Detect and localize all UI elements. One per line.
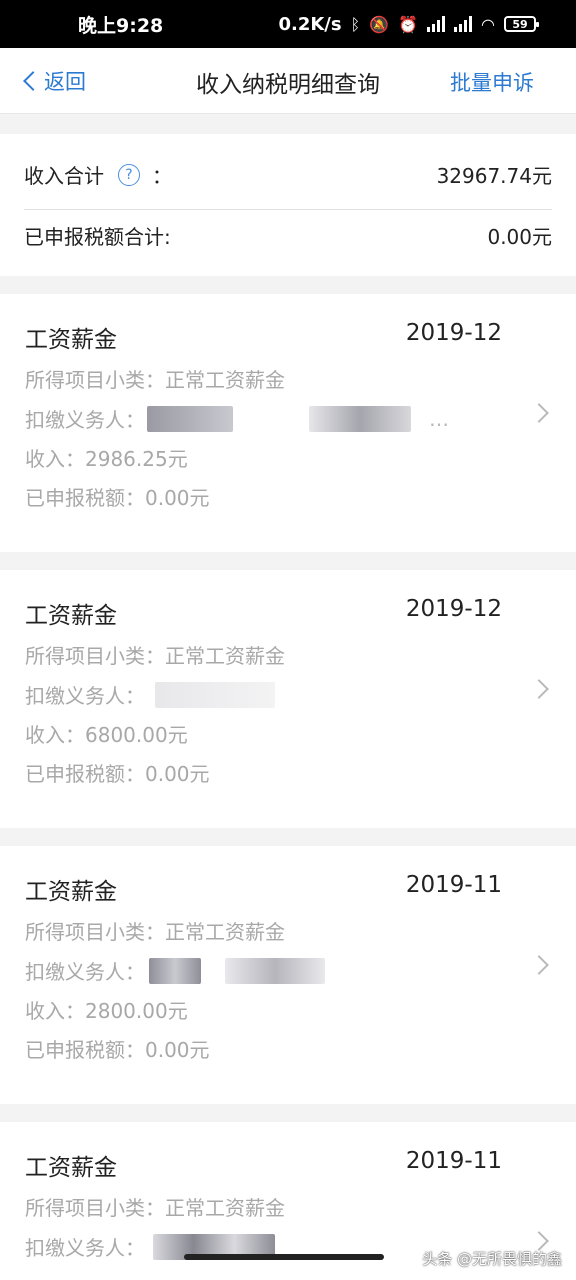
record-title: 工资薪金: [25, 603, 117, 629]
record-withholder: 扣缴义务人：: [25, 956, 325, 985]
record-card[interactable]: 工资薪金 2019-11 所得项目小类：正常工资薪金 扣缴义务人： 收入：280…: [0, 846, 576, 1104]
record-date: 2019-11: [405, 872, 502, 898]
record-title: 工资薪金: [25, 327, 117, 353]
record-date: 2019-12: [405, 596, 502, 622]
help-icon[interactable]: ?: [118, 163, 140, 186]
record-date: 2019-11: [405, 1148, 502, 1174]
redacted-block: [149, 957, 201, 984]
record-title: 工资薪金: [25, 879, 117, 905]
income-total-value: 32967.74元: [436, 164, 552, 188]
summary-panel: 收入合计 ? ： 32967.74元 已申报税额合计: 0.00元: [0, 134, 576, 276]
mute-bell-icon: 🔕: [369, 14, 390, 34]
battery-level: 59: [512, 17, 528, 31]
record-subtype: 所得项目小类：正常工资薪金: [25, 920, 285, 944]
tax-total-label: 已申报税额合计:: [24, 224, 171, 249]
record-date: 2019-12: [405, 320, 502, 346]
record-tax: 已申报税额：0.00元: [25, 486, 210, 510]
record-card[interactable]: 工资薪金 2019-12 所得项目小类：正常工资薪金 扣缴义务人： … 收入：2…: [0, 294, 576, 552]
withholder-label: 扣缴义务人：: [25, 960, 145, 984]
withholder-label: 扣缴义务人：: [25, 684, 145, 708]
chevron-right-icon: [529, 679, 549, 699]
nav-bar: 返回 收入纳税明细查询 批量申诉: [0, 48, 576, 114]
record-card[interactable]: 工资薪金 2019-12 所得项目小类：正常工资薪金 扣缴义务人： 收入：680…: [0, 570, 576, 828]
record-withholder: 扣缴义务人： …: [25, 404, 449, 433]
redacted-block: [155, 681, 275, 708]
signal-hd-icon: [427, 16, 446, 32]
signal-hd-icon: [454, 16, 473, 32]
redacted-block: [225, 957, 325, 984]
ellipsis: …: [429, 406, 449, 431]
status-icons: 0.2K/s ᛒ 🔕 ⏰ ◠ 59: [278, 13, 539, 35]
withholder-label: 扣缴义务人：: [25, 408, 145, 432]
chevron-right-icon: [529, 403, 549, 423]
redacted-block: [147, 405, 233, 432]
record-tax: 已申报税额：0.00元: [25, 762, 210, 786]
tax-total-row: 已申报税额合计: 0.00元: [24, 200, 552, 270]
record-subtype: 所得项目小类：正常工资薪金: [25, 1196, 285, 1220]
record-withholder: 扣缴义务人：: [25, 680, 275, 709]
status-time: 晚上9:28: [78, 14, 164, 37]
status-bar: 晚上9:28 0.2K/s ᛒ 🔕 ⏰ ◠ 59: [0, 0, 576, 48]
record-subtype: 所得项目小类：正常工资薪金: [25, 368, 285, 392]
record-subtype: 所得项目小类：正常工资薪金: [25, 644, 285, 668]
tax-total-value: 0.00元: [487, 224, 552, 249]
batch-appeal-button[interactable]: 批量申诉: [450, 67, 534, 97]
chevron-right-icon: [529, 955, 549, 975]
network-speed: 0.2K/s: [278, 13, 342, 35]
watermark: 头条 @无所畏惧的鑫: [422, 1250, 562, 1268]
record-income: 收入：2800.00元: [25, 999, 188, 1023]
wifi-icon: ◠: [481, 14, 495, 34]
alarm-icon: ⏰: [398, 14, 419, 34]
income-total-label: 收入合计: [24, 164, 104, 188]
record-tax: 已申报税额：0.00元: [25, 1038, 210, 1062]
gesture-bar[interactable]: [184, 1254, 384, 1260]
income-total-label-group: 收入合计 ? ：: [24, 160, 172, 189]
income-total-colon: ：: [152, 164, 172, 188]
record-income: 收入：2986.25元: [25, 447, 188, 471]
bluetooth-icon: ᛒ: [350, 14, 361, 34]
redacted-block: [309, 405, 411, 432]
record-title: 工资薪金: [25, 1155, 117, 1181]
withholder-label: 扣缴义务人：: [25, 1236, 145, 1260]
record-income: 收入：6800.00元: [25, 723, 188, 747]
battery-icon: 59: [504, 16, 539, 32]
